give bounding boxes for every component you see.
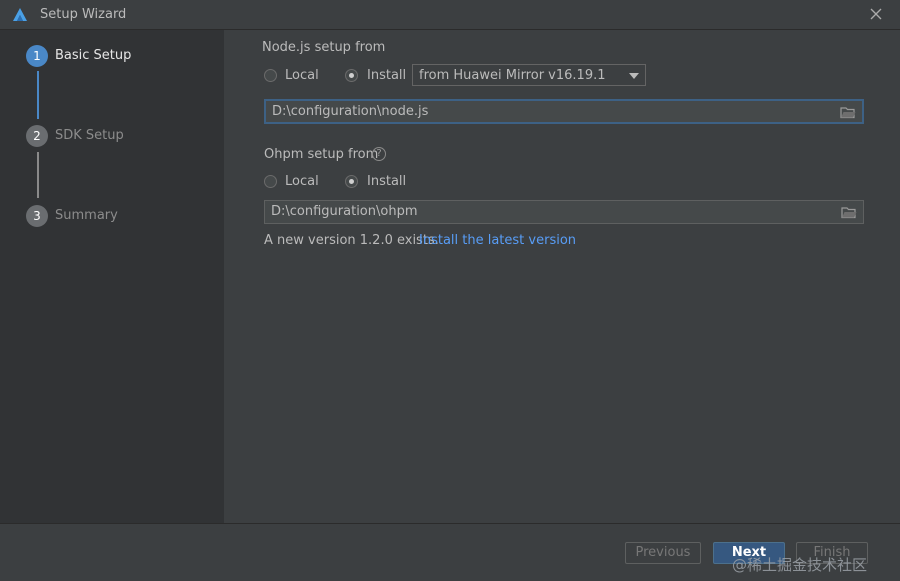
step-basic-setup: Basic Setup [55,48,132,63]
step-2-badge: 2 [26,125,48,147]
nodejs-install-label[interactable]: Install [367,68,406,83]
step-connector-1 [37,71,39,119]
step-sdk-setup: SDK Setup [55,128,124,143]
step-connector-2 [37,152,39,198]
window-title: Setup Wizard [40,7,127,22]
ohpm-install-label[interactable]: Install [367,174,406,189]
help-icon[interactable]: ? [372,147,386,161]
ohpm-local-radio[interactable] [264,175,277,188]
close-icon[interactable] [864,3,888,25]
nodejs-path-value: D:\configuration\node.js [272,104,429,119]
chevron-down-icon [629,73,639,79]
nodejs-install-radio[interactable] [345,69,358,82]
nodejs-local-radio[interactable] [264,69,277,82]
ohpm-local-label[interactable]: Local [285,174,319,189]
app-logo-icon [13,8,27,21]
mirror-select-value: from Huawei Mirror v16.19.1 [419,68,606,83]
install-latest-link[interactable]: Install the latest version [419,233,576,248]
step-1-badge: 1 [26,45,48,67]
folder-open-icon[interactable] [841,206,857,219]
ohpm-install-radio[interactable] [345,175,358,188]
nodejs-local-label[interactable]: Local [285,68,319,83]
nodejs-path-field[interactable]: D:\configuration\node.js [264,99,864,124]
ohpm-section-label: Ohpm setup from [264,147,379,162]
nodejs-section-label: Node.js setup from [262,40,386,55]
previous-button[interactable]: Previous [625,542,701,564]
watermark: @稀土掘金技术社区 [732,556,868,574]
update-notice-text: A new version 1.2.0 exists. [264,233,439,248]
steps-sidebar: 1 Basic Setup 2 SDK Setup 3 Summary [0,30,224,523]
title-bar: Setup Wizard [0,0,900,30]
step-3-badge: 3 [26,205,48,227]
ohpm-path-field[interactable]: D:\configuration\ohpm [264,200,864,224]
ohpm-path-value: D:\configuration\ohpm [271,204,418,219]
step-summary: Summary [55,208,118,223]
folder-open-icon[interactable] [840,106,856,119]
nodejs-mirror-select[interactable]: from Huawei Mirror v16.19.1 [412,64,646,86]
